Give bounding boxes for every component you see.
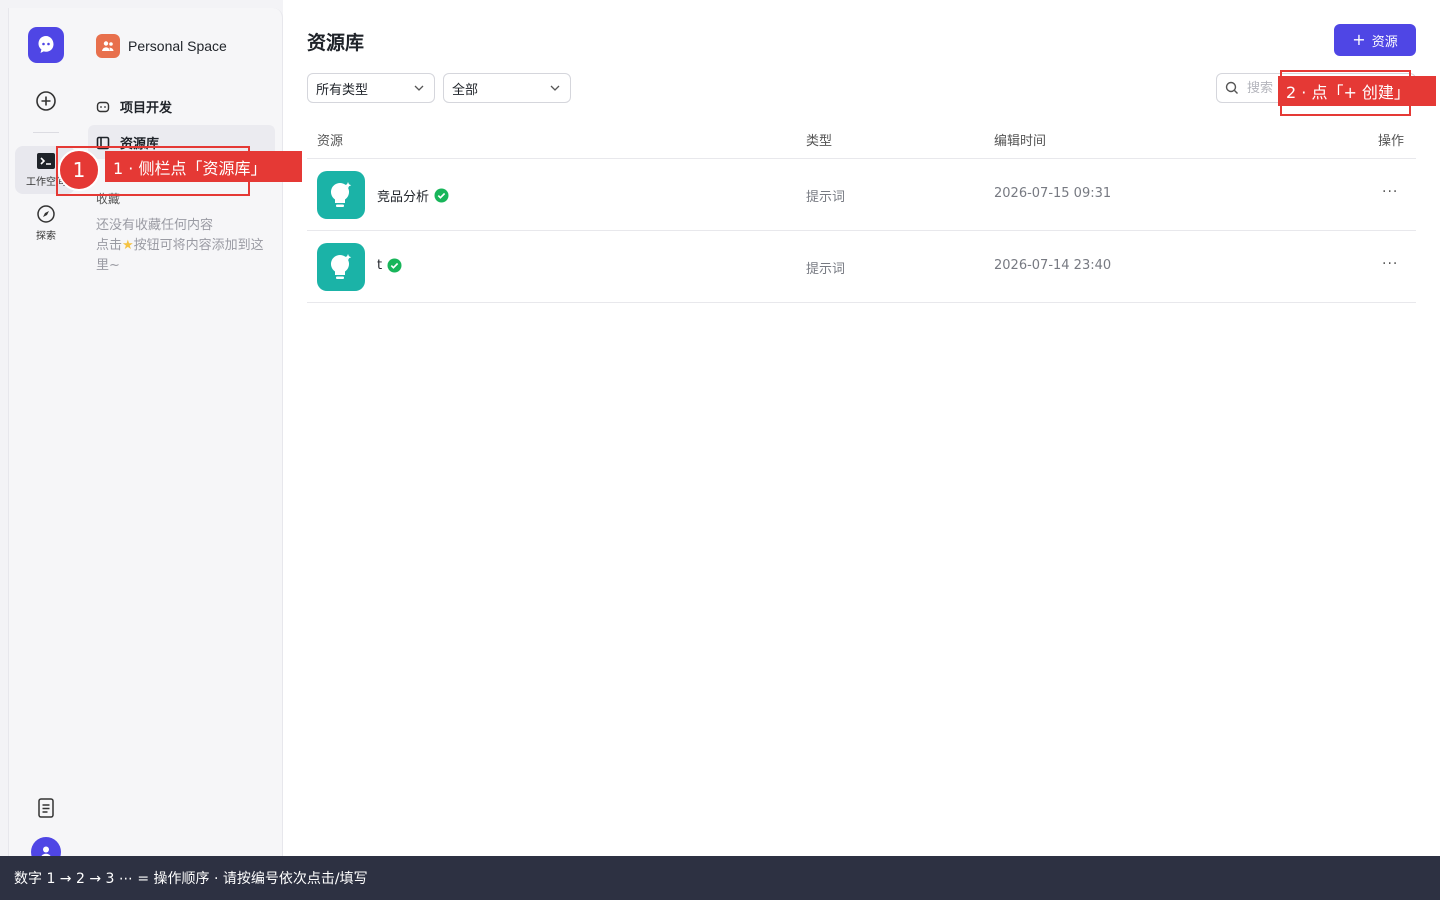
resource-name-cell: 竞品分析 [377,186,449,205]
main-content: 资源库 + 资源 所有类型 全部 资源 类型 编辑时间 操作 竞品分析 提示词 … [283,0,1440,856]
ghost-logo-icon [38,36,54,53]
document-icon [38,798,54,818]
resource-edited-time: 2026-07-14 23:40 [994,258,1112,273]
compass-icon [37,205,55,223]
app-logo[interactable] [28,27,64,63]
space-name: Personal Space [128,38,227,54]
star-icon: ★ [122,238,134,253]
favorites-empty-text: 还没有收藏任何内容 点击★按钮可将内容添加到这里~ [96,216,274,276]
resource-name-cell: t [377,258,402,273]
sidebar-item-projects[interactable]: 项目开发 [96,97,172,116]
prompt-bulb-icon [317,171,365,219]
chevron-down-icon [414,85,424,91]
more-actions-button[interactable]: ··· [1382,256,1398,272]
page-title: 资源库 [307,32,365,54]
verified-check-icon [387,258,402,273]
resource-edited-time: 2026-07-15 09:31 [994,186,1112,201]
bot-icon [96,101,110,112]
table-divider [307,230,1416,231]
chevron-down-icon [550,85,560,91]
resource-name: t [377,258,383,273]
favorites-empty-part: 点击 [96,238,123,253]
app-rail: 工作空间 探索 [8,8,82,900]
column-header-resource: 资源 [317,134,344,149]
resource-type: 提示词 [806,262,846,277]
resource-name: 竞品分析 [377,190,430,205]
favorites-empty-line: 点击★按钮可将内容添加到这里~ [96,236,274,276]
column-header-type: 类型 [806,134,833,149]
plus-circle-icon [36,91,56,111]
column-header-actions: 操作 [1378,134,1405,149]
add-resource-button[interactable]: + 资源 [1334,24,1416,56]
verified-check-icon [434,188,449,203]
favorites-empty-line: 还没有收藏任何内容 [96,218,214,233]
rail-divider [33,132,59,133]
team-icon [96,34,120,58]
resource-type: 提示词 [806,190,846,205]
rail-explore-button[interactable]: 探索 [26,204,66,242]
create-plus-button[interactable] [26,90,66,112]
type-filter-select[interactable]: 所有类型 [307,73,435,103]
scope-filter-value: 全部 [452,82,479,98]
search-icon [1225,81,1238,94]
step1-label: 1 · 侧栏点「资源库」 [105,151,302,182]
workspace-sidebar: Personal Space 项目开发 资源库 收藏 还没有收藏任何内容 点击★… [82,8,283,900]
table-divider [307,302,1416,303]
add-resource-label: 资源 [1371,34,1398,50]
scope-filter-select[interactable]: 全部 [443,73,571,103]
instruction-bar: 数字 1 → 2 → 3 ⋯ = 操作顺序 · 请按编号依次点击/填写 [0,856,1440,900]
docs-button[interactable] [26,798,66,818]
type-filter-value: 所有类型 [316,82,369,98]
more-actions-button[interactable]: ··· [1382,184,1398,200]
table-divider [307,158,1416,159]
space-switcher[interactable]: Personal Space [96,34,227,58]
step2-label: 2 · 点「+ 创建」 [1278,76,1436,106]
step1-marker: 1 [58,149,100,191]
sidebar-item-label: 项目开发 [120,101,173,116]
prompt-bulb-icon [317,243,365,291]
plus-icon: + [1352,30,1366,49]
column-header-edited: 编辑时间 [994,134,1047,149]
terminal-folder-icon [37,153,55,169]
rail-explore-label: 探索 [36,231,56,242]
